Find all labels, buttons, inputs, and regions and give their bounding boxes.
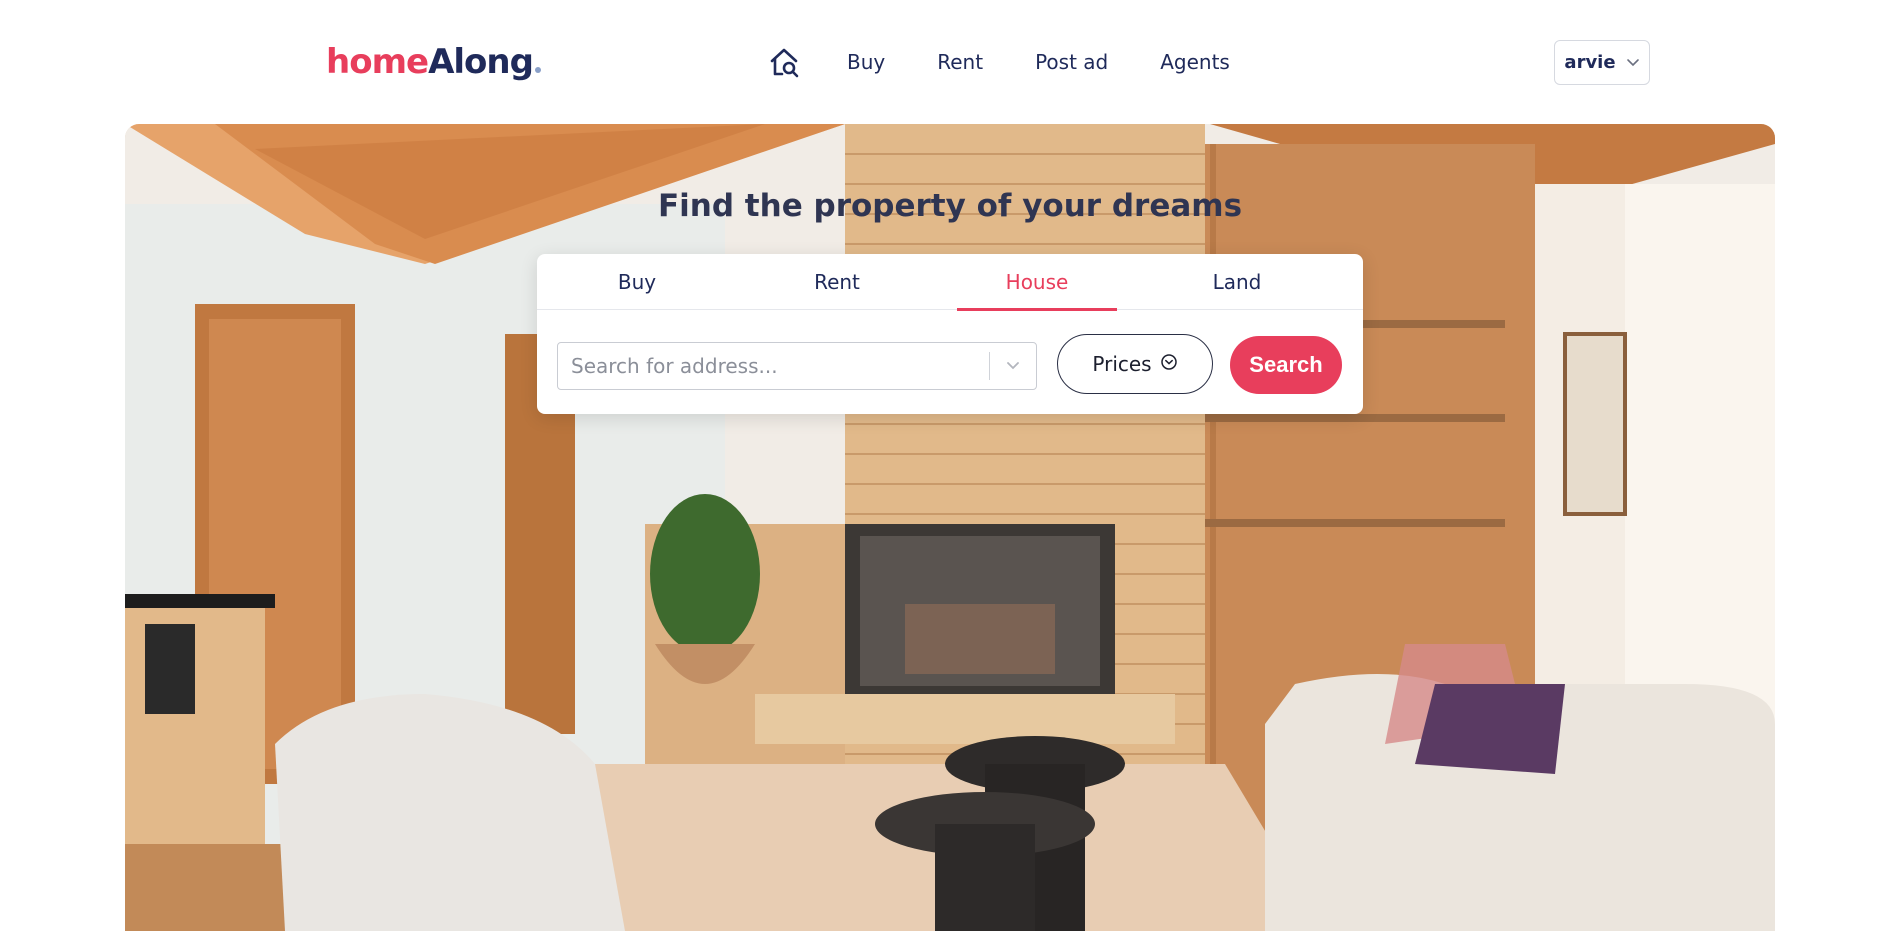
chevron-down-icon[interactable] (990, 343, 1036, 389)
nav-agents-link[interactable]: Agents (1160, 50, 1230, 74)
prices-dropdown-button[interactable]: Prices (1057, 334, 1213, 394)
address-search-input[interactable] (558, 343, 989, 389)
tab-house[interactable]: House (937, 254, 1137, 311)
user-menu-button[interactable]: arvie (1554, 40, 1650, 85)
address-search-field (557, 342, 1037, 390)
living-room-photo (125, 124, 1775, 931)
main-nav: Buy Rent Post ad Agents (767, 44, 1282, 80)
circle-chevron-down-icon (1160, 352, 1178, 376)
tab-rent[interactable]: Rent (737, 254, 937, 310)
search-button[interactable]: Search (1230, 336, 1342, 394)
logo-along-text: Along (428, 42, 534, 82)
user-name: arvie (1564, 52, 1616, 73)
search-tabs: Buy Rent House Land (537, 254, 1363, 311)
nav-post-ad-link[interactable]: Post ad (1035, 50, 1108, 74)
tab-buy[interactable]: Buy (537, 254, 737, 310)
tab-land[interactable]: Land (1137, 254, 1337, 310)
logo-dot (534, 67, 541, 73)
site-header: homeAlong Buy Rent Post ad Agents arvie (0, 0, 1900, 124)
chevron-down-icon (1626, 52, 1640, 73)
prices-label: Prices (1092, 352, 1152, 376)
nav-buy-link[interactable]: Buy (847, 50, 885, 74)
hero-title: Find the property of your dreams (657, 188, 1243, 224)
logo-home-text: home (326, 42, 429, 82)
nav-rent-link[interactable]: Rent (937, 50, 983, 74)
search-card: Buy Rent House Land Prices Search (537, 254, 1363, 414)
hero-banner: Find the property of your dreams Buy Ren… (125, 124, 1775, 931)
home-search-icon[interactable] (767, 44, 803, 80)
logo[interactable]: homeAlong (326, 42, 541, 82)
